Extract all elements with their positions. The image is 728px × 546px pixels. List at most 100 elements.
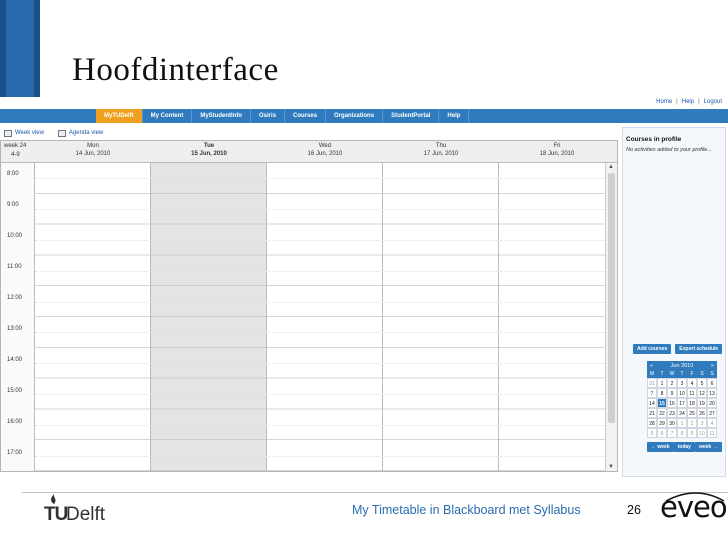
today-button[interactable]: today bbox=[673, 442, 695, 452]
time-label: 10:00 bbox=[7, 233, 23, 239]
mini-day[interactable]: 29 bbox=[657, 418, 667, 428]
day-header-wed: Wed 16 Jun, 2010 bbox=[267, 141, 383, 163]
add-courses-button[interactable]: Add courses bbox=[633, 344, 672, 354]
mini-day[interactable]: 20 bbox=[707, 398, 717, 408]
nav-help[interactable]: Help bbox=[439, 109, 470, 123]
mini-day[interactable]: 7 bbox=[667, 428, 677, 438]
mini-day[interactable]: 30 bbox=[667, 418, 677, 428]
mini-day[interactable]: 31 bbox=[647, 378, 657, 388]
mini-day[interactable]: 1 bbox=[657, 378, 667, 388]
mini-day[interactable]: 22 bbox=[657, 408, 667, 418]
mini-day[interactable]: 25 bbox=[687, 408, 697, 418]
calendar-grid: 8:00 9:00 10:00 11:00 12:00 13:00 14:00 … bbox=[1, 163, 605, 471]
mini-day[interactable]: 24 bbox=[677, 408, 687, 418]
mini-day[interactable]: 21 bbox=[647, 408, 657, 418]
mini-day[interactable]: 10 bbox=[697, 428, 707, 438]
mini-day[interactable]: 2 bbox=[687, 418, 697, 428]
half-hour-line bbox=[35, 363, 605, 365]
mini-day[interactable]: 8 bbox=[677, 428, 687, 438]
calendar-header: week 24 4-9 Mon 14 Jun, 2010 Tue 15 Jun, 2… bbox=[1, 141, 617, 163]
nav-courses[interactable]: Courses bbox=[285, 109, 327, 123]
mini-weekday: T bbox=[680, 371, 684, 377]
logout-link[interactable]: Logout bbox=[704, 99, 722, 105]
mini-day[interactable]: 18 bbox=[687, 398, 697, 408]
mini-day[interactable]: 23 bbox=[667, 408, 677, 418]
mini-day[interactable]: 6 bbox=[707, 378, 717, 388]
time-label: 17:00 bbox=[7, 450, 23, 456]
time-label: 12:00 bbox=[7, 295, 23, 301]
nav-osiris[interactable]: Osiris bbox=[251, 109, 286, 123]
mini-day[interactable]: 5 bbox=[697, 378, 707, 388]
day-date: 15 Jun, 2010 bbox=[191, 151, 227, 157]
mini-day[interactable]: 10 bbox=[677, 388, 687, 398]
mini-day[interactable]: 4 bbox=[687, 378, 697, 388]
day-date: 17 Jun, 2010 bbox=[423, 151, 459, 157]
time-column: 8:00 9:00 10:00 11:00 12:00 13:00 14:00 … bbox=[1, 163, 35, 471]
mini-day[interactable]: 9 bbox=[687, 428, 697, 438]
prev-month-button[interactable]: « bbox=[650, 363, 653, 369]
slide-accent-bar bbox=[0, 0, 40, 100]
nav-mystudentinfo[interactable]: MyStudentInfo bbox=[192, 109, 252, 123]
slide-accent-inner bbox=[6, 0, 34, 100]
mini-day[interactable]: 13 bbox=[707, 388, 717, 398]
mini-day[interactable]: 11 bbox=[687, 388, 697, 398]
nav-my-content[interactable]: My Content bbox=[143, 109, 193, 123]
mini-day[interactable]: 12 bbox=[697, 388, 707, 398]
mini-day[interactable]: 5 bbox=[647, 428, 657, 438]
mini-weekday: M bbox=[649, 371, 655, 377]
mini-day[interactable]: 27 bbox=[707, 408, 717, 418]
half-hour-line bbox=[35, 332, 605, 334]
mini-day[interactable]: 4 bbox=[707, 418, 717, 428]
mini-day[interactable]: 17 bbox=[677, 398, 687, 408]
day-name: Mon bbox=[87, 143, 99, 149]
page-number: 26 bbox=[627, 503, 641, 517]
calendar-icon bbox=[4, 129, 12, 137]
help-link[interactable]: Help bbox=[682, 99, 694, 105]
home-link[interactable]: Home bbox=[656, 99, 672, 105]
mini-day[interactable]: 7 bbox=[647, 388, 657, 398]
mini-day[interactable]: 9 bbox=[667, 388, 677, 398]
mini-day[interactable]: 16 bbox=[667, 398, 677, 408]
eveoh-logo: eveoh bbox=[660, 490, 728, 524]
mini-day[interactable]: 15 bbox=[657, 398, 667, 408]
courses-in-profile-title: Courses in profile bbox=[626, 136, 682, 143]
scroll-thumb[interactable] bbox=[608, 173, 615, 423]
time-label: 14:00 bbox=[7, 357, 23, 363]
day-date: 18 Jun, 2010 bbox=[539, 151, 575, 157]
mini-day[interactable]: 26 bbox=[697, 408, 707, 418]
mini-day[interactable]: 28 bbox=[647, 418, 657, 428]
link-separator: | bbox=[698, 99, 700, 105]
next-week-button[interactable]: week → bbox=[694, 442, 722, 452]
week-view-tab[interactable]: Week view bbox=[4, 129, 44, 137]
half-hour-line bbox=[35, 240, 605, 241]
export-schedule-button[interactable]: Export schedule bbox=[675, 344, 723, 354]
day-header-mon: Mon 14 Jun, 2010 bbox=[35, 141, 151, 163]
mini-day[interactable]: 6 bbox=[657, 428, 667, 438]
app-window: Home | Help | Logout MyTUDelft My Conten… bbox=[0, 97, 728, 477]
mini-day[interactable]: 1 bbox=[677, 418, 687, 428]
scroll-down-icon[interactable]: ▼ bbox=[608, 464, 614, 470]
calendar-scrollbar[interactable]: ▲ ▼ bbox=[605, 163, 617, 471]
nav-organizations[interactable]: Organizations bbox=[326, 109, 384, 123]
mini-day[interactable]: 3 bbox=[677, 378, 687, 388]
nav-studentportal[interactable]: StudentPortal bbox=[383, 109, 440, 123]
mini-day[interactable]: 2 bbox=[667, 378, 677, 388]
mini-day[interactable]: 14 bbox=[647, 398, 657, 408]
mini-month-label: Jun 2010 bbox=[670, 362, 694, 369]
scroll-up-icon[interactable]: ▲ bbox=[608, 164, 614, 170]
no-activities-note: No activities added to your profile... bbox=[626, 147, 712, 153]
half-hour-line bbox=[35, 455, 605, 457]
tudelft-logo: TU Delft bbox=[44, 494, 124, 526]
agenda-view-tab[interactable]: Agenda view bbox=[57, 129, 103, 137]
next-month-button[interactable]: » bbox=[711, 363, 714, 369]
day-name: Wed bbox=[318, 143, 332, 149]
footer-divider bbox=[22, 492, 728, 493]
nav-mytudelft[interactable]: MyTUDelft bbox=[96, 109, 143, 123]
mini-day[interactable]: 3 bbox=[697, 418, 707, 428]
mini-day[interactable]: 11 bbox=[707, 428, 717, 438]
prev-week-button[interactable]: ← week bbox=[647, 442, 674, 452]
day-date: 16 Jun, 2010 bbox=[307, 151, 343, 157]
half-hour-line bbox=[35, 209, 605, 211]
mini-day[interactable]: 19 bbox=[697, 398, 707, 408]
mini-day[interactable]: 8 bbox=[657, 388, 667, 398]
